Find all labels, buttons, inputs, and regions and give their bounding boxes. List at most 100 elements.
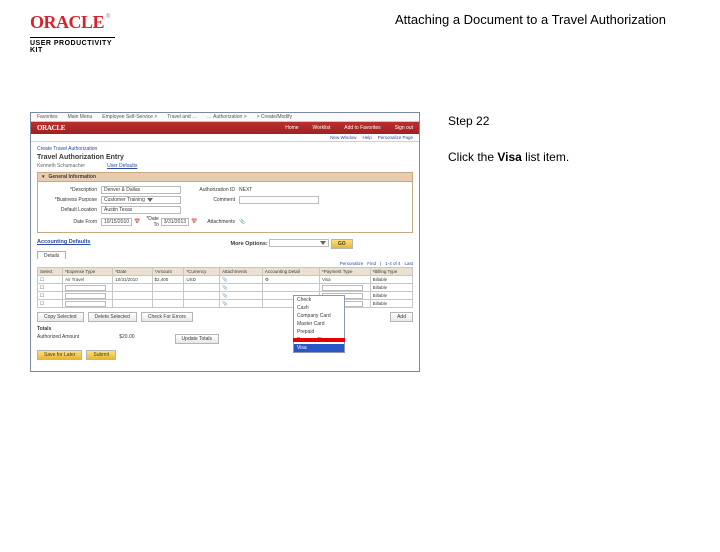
upk-subtitle: USER PRODUCTIVITY KIT xyxy=(30,40,115,54)
exp-type-select[interactable] xyxy=(65,301,106,307)
exp-cur[interactable]: USD xyxy=(184,276,220,284)
busp-label: *Business Purpose xyxy=(42,197,97,203)
employee-name: Kenneth Schumacher xyxy=(37,163,85,169)
desc-label: *Description xyxy=(42,187,97,193)
col-acct: Accounting Detail xyxy=(262,268,319,276)
comment-label: Comment xyxy=(185,197,235,203)
table-row: ☐ Air Travel 10/31/2010 $2,400 USD 📎 ⚙ V… xyxy=(38,276,413,284)
subbar-link[interactable]: Help xyxy=(362,135,371,140)
breadcrumb[interactable]: Create Travel Authorization xyxy=(37,146,413,152)
authid-label: Authorization ID xyxy=(185,187,235,193)
table-row: ☐📎Billable xyxy=(38,292,413,300)
update-totals-button[interactable]: Update Totals xyxy=(175,334,219,344)
last-link[interactable]: Last xyxy=(404,261,413,266)
menu-item[interactable]: … Authorization > xyxy=(207,114,247,120)
check-errors-button[interactable]: Check For Errors xyxy=(141,312,193,322)
auth-amt-label: Authorized Amount xyxy=(37,334,79,344)
desc-input[interactable]: Denver & Dallas xyxy=(101,186,181,194)
menu-item[interactable]: > Create/Modify xyxy=(257,114,292,120)
paytype-select[interactable] xyxy=(322,285,363,291)
section-right: More Options: xyxy=(230,241,267,247)
attach-icon[interactable]: 📎 xyxy=(220,292,263,300)
panel-header[interactable]: ▾ General Information xyxy=(37,172,413,182)
app-screenshot: Favorites Main Menu Employee Self-Servic… xyxy=(30,112,420,372)
col-amount: *Amount xyxy=(152,268,184,276)
table-row: ☐📎Billable xyxy=(38,300,413,308)
oracle-logo: ORACLE® USER PRODUCTIVITY KIT xyxy=(30,12,115,54)
mini-menubar: Favorites Main Menu Employee Self-Servic… xyxy=(31,113,419,122)
find-link[interactable]: Find xyxy=(367,261,376,266)
acct-icon[interactable]: ⚙ xyxy=(262,276,319,284)
subbar-link[interactable]: New Window xyxy=(330,135,356,140)
mini-body: Create Travel Authorization Travel Autho… xyxy=(31,142,419,364)
calendar-icon[interactable]: 📅 xyxy=(134,219,140,225)
chevron-down-icon xyxy=(147,198,153,202)
chevron-down-icon xyxy=(320,241,326,245)
highlight-marker xyxy=(293,338,345,342)
list-item[interactable]: Check xyxy=(294,296,344,304)
col-currency: *Currency xyxy=(184,268,220,276)
section-left[interactable]: Accounting Defaults xyxy=(37,239,90,249)
exp-type-select[interactable] xyxy=(65,285,106,291)
table-tools: Personalize Find | 1-4 of 4 Last xyxy=(37,261,413,266)
logo-divider xyxy=(30,37,115,38)
attach-icon[interactable]: 📎 xyxy=(220,300,263,308)
content-row: Favorites Main Menu Employee Self-Servic… xyxy=(0,112,720,372)
redbar-link[interactable]: Home xyxy=(285,125,298,131)
doc-title: Attaching a Document to a Travel Authori… xyxy=(395,12,666,27)
delete-selected-button[interactable]: Delete Selected xyxy=(88,312,137,322)
list-item-visa[interactable]: Visa xyxy=(294,344,344,352)
submit-button[interactable]: Submit xyxy=(86,350,116,360)
redbar-link[interactable]: Sign out xyxy=(395,125,413,131)
instructions: Step 22 Click the Visa list item. xyxy=(448,112,569,372)
list-item[interactable]: Prepaid xyxy=(294,328,344,336)
add-button[interactable]: Add xyxy=(390,312,413,322)
billtype[interactable]: Billable xyxy=(370,276,412,284)
exp-type[interactable]: Air Travel xyxy=(63,276,113,284)
save-later-button[interactable]: Save for Later xyxy=(37,350,82,360)
menu-item[interactable]: Favorites xyxy=(37,114,58,120)
menu-item[interactable]: Travel and … xyxy=(167,114,197,120)
attach-icon[interactable]: 📎 xyxy=(220,284,263,292)
go-button[interactable]: GO xyxy=(331,239,353,249)
menu-item[interactable]: Employee Self-Service > xyxy=(102,114,157,120)
tab-details[interactable]: Details xyxy=(37,251,66,259)
loc-label: Default Location xyxy=(42,207,97,213)
copy-selected-button[interactable]: Copy Selected xyxy=(37,312,84,322)
col-type: *Expense Type xyxy=(63,268,113,276)
personalize-link[interactable]: Personalize xyxy=(340,261,364,266)
doc-header: ORACLE® USER PRODUCTIVITY KIT Attaching … xyxy=(0,0,720,62)
exp-amt[interactable]: $2,400 xyxy=(152,276,184,284)
paytype-dropdown-list[interactable]: Check Cash Company Card Master Card Prep… xyxy=(293,295,345,353)
dateto-label: *Date To xyxy=(146,216,159,228)
col-date: *Date xyxy=(113,268,152,276)
list-item[interactable]: Cash xyxy=(294,304,344,312)
datefrom-label: Date From xyxy=(42,219,97,225)
totals-label: Totals xyxy=(37,326,413,332)
more-options-select[interactable] xyxy=(269,239,329,247)
list-item[interactable]: Master Card xyxy=(294,320,344,328)
datefrom-input[interactable]: 10/15/2010 xyxy=(101,218,132,226)
menu-item[interactable]: Main Menu xyxy=(68,114,93,120)
attach-icon[interactable]: 📎 xyxy=(220,276,263,284)
loc-input[interactable]: Austin Texas xyxy=(101,206,181,214)
exp-type-select[interactable] xyxy=(65,293,106,299)
list-item[interactable]: Company Card xyxy=(294,312,344,320)
instruction-text: Click the Visa list item. xyxy=(448,150,569,164)
auth-amt-value: $20.00 xyxy=(119,334,134,344)
redbar-link[interactable]: Worklist xyxy=(313,125,331,131)
row-range: 1-4 of 4 xyxy=(385,261,400,266)
exp-date[interactable]: 10/31/2010 xyxy=(113,276,152,284)
user-defaults-link[interactable]: User Defaults xyxy=(107,163,137,169)
authid-value: NEXT xyxy=(239,187,319,193)
step-label: Step 22 xyxy=(448,114,569,128)
comment-input[interactable] xyxy=(239,196,319,204)
mini-redbar: ORACLE Home Worklist Add to Favorites Si… xyxy=(31,122,419,134)
subbar-link[interactable]: Personalize Page xyxy=(378,135,413,140)
redbar-link[interactable]: Add to Favorites xyxy=(344,125,380,131)
busp-select[interactable]: Customer Training xyxy=(101,196,181,204)
attach-icon[interactable]: 📎 xyxy=(239,219,319,225)
target-item: Visa xyxy=(497,150,521,164)
col-billtype: *Billing Type xyxy=(370,268,412,276)
paytype-select[interactable]: Visa xyxy=(320,276,371,284)
